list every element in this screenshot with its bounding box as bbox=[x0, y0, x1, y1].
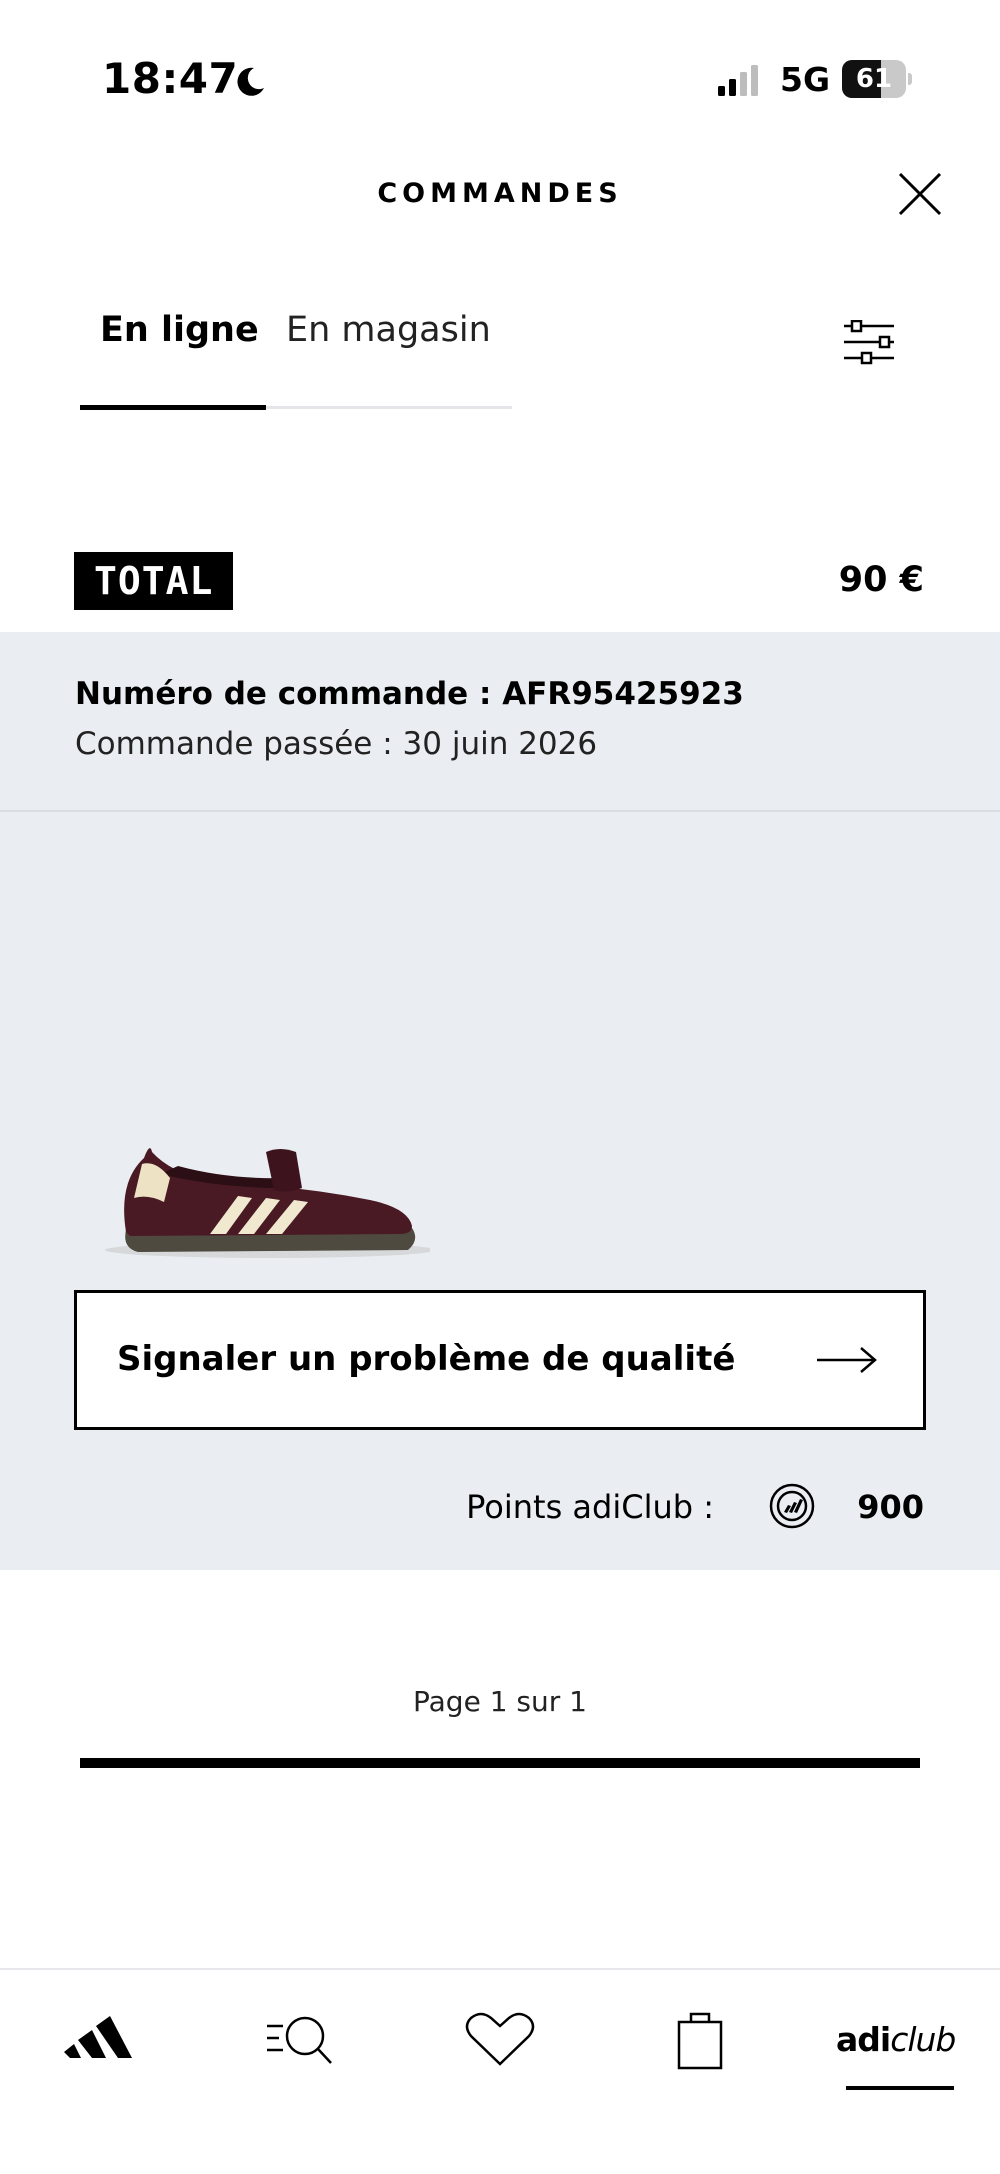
moon-icon bbox=[237, 67, 264, 96]
tab-in-store[interactable]: En magasin bbox=[286, 310, 491, 370]
adidas-logo-icon bbox=[64, 2016, 132, 2058]
nav-home[interactable] bbox=[54, 2006, 144, 2086]
points-label: Points adiClub : bbox=[466, 1488, 714, 1526]
nav-wishlist[interactable] bbox=[455, 2006, 545, 2086]
page-title: COMMANDES bbox=[377, 178, 623, 209]
arrow-right-icon bbox=[817, 1347, 877, 1373]
nav-active-indicator bbox=[846, 2086, 954, 2090]
search-icon bbox=[267, 2016, 332, 2064]
order-number: Numéro de commande : AFR95425923 bbox=[75, 676, 744, 712]
total-label: TOTAL bbox=[74, 552, 234, 610]
adiclub-coin-icon bbox=[769, 1483, 815, 1529]
report-quality-issue-label: Signaler un problème de qualité bbox=[117, 1339, 736, 1379]
status-time: 18:47 bbox=[102, 54, 239, 103]
order-card: Numéro de commande : AFR95425923 Command… bbox=[0, 632, 1000, 1570]
order-tabs: En ligne En magasin bbox=[80, 310, 512, 410]
bottom-navigation: adiclub bbox=[0, 1968, 1000, 2174]
close-button[interactable] bbox=[896, 170, 944, 218]
adiclub-logo: adiclub bbox=[836, 2020, 956, 2059]
divider bbox=[0, 810, 1000, 812]
points-value: 900 bbox=[857, 1488, 924, 1526]
pagination-progress bbox=[80, 1758, 920, 1768]
close-icon bbox=[898, 172, 942, 216]
adiclub-points: Points adiClub : 900 bbox=[466, 1482, 924, 1538]
report-quality-issue-button[interactable]: Signaler un problème de qualité bbox=[74, 1290, 926, 1430]
nav-adiclub[interactable]: adiclub bbox=[826, 2006, 966, 2086]
pagination-progress-fill bbox=[80, 1758, 920, 1768]
nav-bag[interactable] bbox=[655, 2006, 745, 2086]
cellular-signal-icon bbox=[718, 65, 758, 96]
status-bar: 18:47 5G 61 bbox=[0, 0, 1000, 150]
filter-button[interactable] bbox=[842, 319, 896, 366]
active-tab-indicator bbox=[80, 405, 266, 410]
heart-icon bbox=[465, 2012, 535, 2066]
network-type: 5G bbox=[780, 60, 831, 99]
pagination-label: Page 1 sur 1 bbox=[413, 1685, 587, 1718]
battery-indicator: 61 bbox=[842, 60, 912, 98]
nav-search[interactable] bbox=[255, 2006, 345, 2086]
shopping-bag-icon bbox=[677, 2012, 723, 2070]
battery-level: 61 bbox=[855, 64, 893, 94]
total-amount: 90 € bbox=[838, 560, 924, 600]
filter-icon bbox=[844, 319, 894, 365]
order-date: Commande passée : 30 juin 2026 bbox=[75, 726, 598, 762]
product-image[interactable] bbox=[90, 1102, 430, 1272]
tab-online[interactable]: En ligne bbox=[100, 310, 259, 370]
